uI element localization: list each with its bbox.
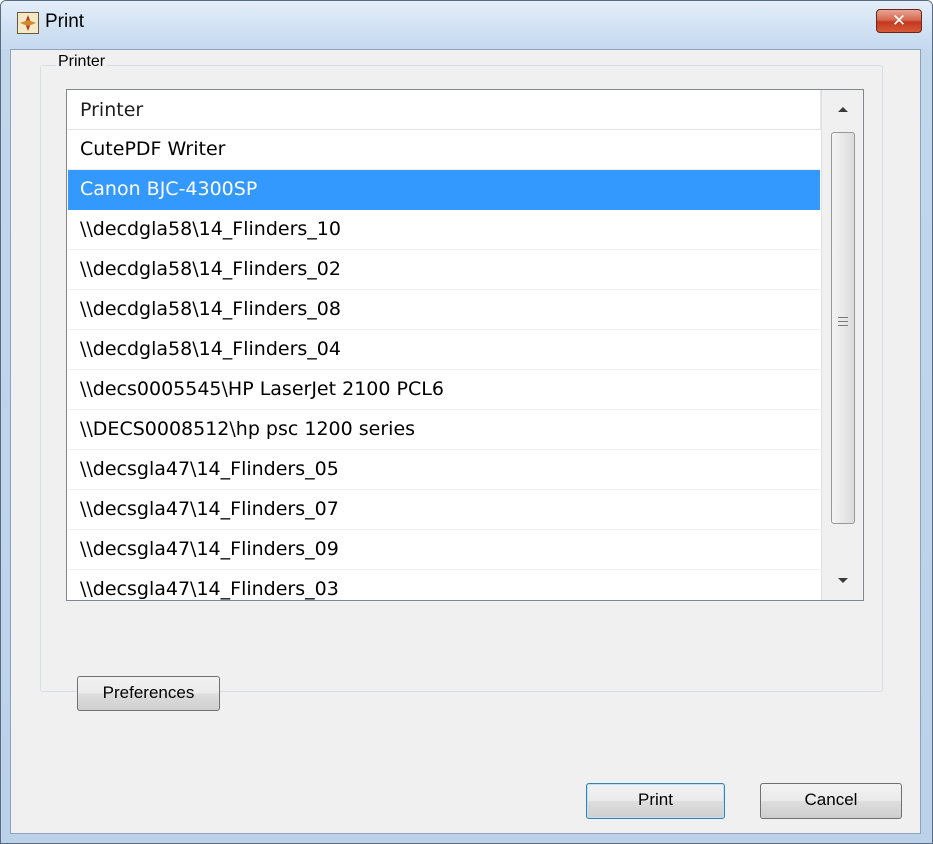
printer-list-item[interactable]: \\decdgla58\14_Flinders_04 [68, 330, 820, 370]
printer-name: \\decdgla58\14_Flinders_04 [80, 338, 341, 360]
scroll-up-button[interactable] [822, 90, 863, 128]
printer-name: \\decsgla47\14_Flinders_09 [80, 538, 339, 560]
preferences-button[interactable]: Preferences [77, 676, 220, 711]
printer-list-item[interactable]: \\decsgla47\14_Flinders_09 [68, 530, 820, 570]
printer-rows: CutePDF Writer Canon BJC-4300SP \\decdgla5… [67, 130, 821, 600]
cancel-button-label: Cancel [804, 790, 858, 809]
printer-list[interactable]: Printer CutePDF Writer Canon BJC-4300SP \\… [66, 89, 864, 601]
printer-name: \\DECS0008512\hp psc 1200 series [80, 418, 416, 440]
printer-list-item[interactable]: \\decdgla58\14_Flinders_10 [68, 210, 820, 250]
title-bar[interactable]: Print ✕ [1, 1, 932, 49]
printer-list-item[interactable]: \\decdgla58\14_Flinders_08 [68, 290, 820, 330]
cancel-button[interactable]: Cancel [760, 783, 902, 819]
print-button[interactable]: Print [586, 783, 725, 819]
printer-list-item[interactable]: \\decsgla47\14_Flinders_05 [68, 450, 820, 490]
scroll-thumb[interactable] [831, 132, 855, 524]
print-button-label: Print [638, 790, 673, 809]
scroll-down-button[interactable] [822, 562, 863, 600]
scroll-grip-icon [838, 317, 848, 328]
column-header-label: Printer [80, 99, 144, 121]
printer-name: \\decdgla58\14_Flinders_10 [80, 218, 341, 240]
printer-list-item[interactable]: \\decs0005545\HP LaserJet 2100 PCL6 [68, 370, 820, 410]
printer-list-item[interactable]: CutePDF Writer [68, 130, 820, 170]
printer-name: \\decsgla47\14_Flinders_03 [80, 578, 339, 600]
chevron-down-icon [837, 578, 848, 583]
printer-column-header[interactable]: Printer [67, 90, 821, 130]
printer-list-item[interactable]: Canon BJC-4300SP [68, 170, 820, 210]
printer-name: Canon BJC-4300SP [80, 178, 258, 200]
printer-name: CutePDF Writer [80, 138, 226, 160]
printer-list-item[interactable]: \\DECS0008512\hp psc 1200 series [68, 410, 820, 450]
window-title: Print [45, 11, 85, 32]
printer-name: \\decs0005545\HP LaserJet 2100 PCL6 [80, 378, 444, 400]
printer-list-item[interactable]: \\decsgla47\14_Flinders_07 [68, 490, 820, 530]
printer-list-item[interactable]: \\decdgla58\14_Flinders_02 [68, 250, 820, 290]
printer-name: \\decsgla47\14_Flinders_07 [80, 498, 339, 520]
vertical-scrollbar[interactable] [821, 90, 863, 600]
print-app-icon [17, 12, 39, 34]
close-icon: ✕ [891, 11, 907, 31]
printer-groupbox-label: Printer [56, 53, 108, 71]
printer-name: \\decsgla47\14_Flinders_05 [80, 458, 339, 480]
printer-name: \\decdgla58\14_Flinders_02 [80, 258, 341, 280]
chevron-up-icon [837, 107, 848, 112]
close-button[interactable]: ✕ [876, 9, 922, 33]
printer-name: \\decdgla58\14_Flinders_08 [80, 298, 341, 320]
printer-list-item[interactable]: \\decsgla47\14_Flinders_03 [68, 570, 820, 600]
preferences-button-label: Preferences [102, 683, 195, 702]
